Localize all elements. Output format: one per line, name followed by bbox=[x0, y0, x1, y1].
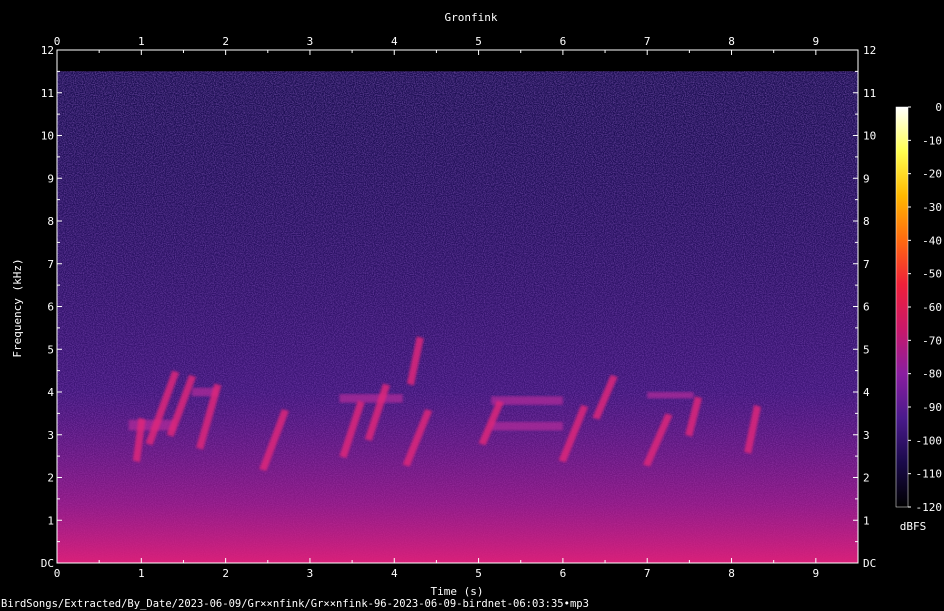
y-tick-label-right-5: 5 bbox=[863, 343, 870, 356]
colorbar-tick-label-2: -20 bbox=[922, 168, 942, 181]
y-tick-label-left-0: DC bbox=[41, 557, 54, 570]
y-tick-label-left-1: 1 bbox=[47, 514, 54, 527]
x-tick-label-top-2: 2 bbox=[222, 35, 229, 48]
x-tick-label-bottom-8: 8 bbox=[728, 567, 735, 580]
x-tick-label-bottom-4: 4 bbox=[391, 567, 398, 580]
y-tick-label-right-7: 7 bbox=[863, 258, 870, 271]
y-tick-label-left-12: 12 bbox=[41, 44, 54, 57]
y-tick-label-left-7: 7 bbox=[47, 258, 54, 271]
y-tick-label-right-3: 3 bbox=[863, 429, 870, 442]
y-tick-label-left-6: 6 bbox=[47, 301, 54, 314]
colorbar-tick-label-3: -30 bbox=[922, 201, 942, 214]
colorbar-tick-label-8: -80 bbox=[922, 368, 942, 381]
y-tick-label-left-5: 5 bbox=[47, 343, 54, 356]
y-tick-label-left-11: 11 bbox=[41, 87, 54, 100]
x-tick-label-top-6: 6 bbox=[560, 35, 567, 48]
y-tick-label-left-2: 2 bbox=[47, 472, 54, 485]
x-tick-label-top-8: 8 bbox=[728, 35, 735, 48]
x-tick-label-top-5: 5 bbox=[475, 35, 482, 48]
x-tick-label-bottom-0: 0 bbox=[54, 567, 61, 580]
y-tick-label-right-9: 9 bbox=[863, 172, 870, 185]
y-axis-label: Frequency (kHz) bbox=[11, 258, 24, 357]
colorbar-tick-label-6: -60 bbox=[922, 301, 942, 314]
call-band-3 bbox=[491, 421, 563, 431]
x-tick-label-bottom-3: 3 bbox=[307, 567, 314, 580]
x-tick-label-top-1: 1 bbox=[138, 35, 145, 48]
colorbar-tick-label-11: -110 bbox=[916, 468, 943, 481]
y-tick-label-right-10: 10 bbox=[863, 130, 876, 143]
x-tick-label-bottom-7: 7 bbox=[644, 567, 651, 580]
y-tick-label-left-8: 8 bbox=[47, 215, 54, 228]
call-band-2 bbox=[339, 394, 403, 403]
chart-title: Gronfink bbox=[445, 11, 498, 24]
colorbar-tick-label-0: 0 bbox=[935, 101, 942, 114]
y-tick-label-right-4: 4 bbox=[863, 386, 870, 399]
x-tick-label-bottom-2: 2 bbox=[222, 567, 229, 580]
y-tick-label-right-6: 6 bbox=[863, 301, 870, 314]
low-frequency-energy bbox=[57, 71, 858, 563]
y-tick-label-right-2: 2 bbox=[863, 472, 870, 485]
colorbar-tick-label-4: -40 bbox=[922, 234, 942, 247]
y-tick-label-left-9: 9 bbox=[47, 172, 54, 185]
y-tick-label-right-8: 8 bbox=[863, 215, 870, 228]
colorbar-tick-label-7: -70 bbox=[922, 334, 942, 347]
y-tick-label-right-0: DC bbox=[863, 557, 876, 570]
x-tick-label-top-0: 0 bbox=[54, 35, 61, 48]
x-tick-label-bottom-9: 9 bbox=[813, 567, 820, 580]
y-tick-label-right-1: 1 bbox=[863, 514, 870, 527]
x-axis-label: Time (s) bbox=[431, 585, 484, 598]
colorbar-tick-label-10: -100 bbox=[916, 434, 943, 447]
colorbar-label: dBFS bbox=[900, 520, 927, 533]
y-tick-label-left-3: 3 bbox=[47, 429, 54, 442]
x-tick-label-bottom-1: 1 bbox=[138, 567, 145, 580]
x-tick-label-bottom-6: 6 bbox=[560, 567, 567, 580]
y-tick-label-left-10: 10 bbox=[41, 130, 54, 143]
spectrogram-chart: 00112233445566778899DC DC1 12 23 34 45 56 67 78 8… bbox=[11, 11, 943, 598]
colorbar-tick-label-9: -90 bbox=[922, 401, 942, 414]
file-path-footer: BirdSongs/Extracted/By_Date/2023-06-09/G… bbox=[1, 598, 589, 610]
y-tick-label-left-4: 4 bbox=[47, 386, 54, 399]
x-tick-label-top-7: 7 bbox=[644, 35, 651, 48]
call-band-5 bbox=[647, 392, 694, 399]
x-tick-label-top-9: 9 bbox=[813, 35, 820, 48]
x-tick-label-top-4: 4 bbox=[391, 35, 398, 48]
colorbar-tick-label-1: -10 bbox=[922, 134, 942, 147]
colorbar-gradient bbox=[895, 106, 909, 508]
x-tick-label-bottom-5: 5 bbox=[475, 567, 482, 580]
colorbar-tick-label-5: -50 bbox=[922, 268, 942, 281]
x-tick-label-top-3: 3 bbox=[307, 35, 314, 48]
plot-area bbox=[57, 50, 858, 563]
colorbar-tick-label-12: -120 bbox=[916, 501, 943, 514]
y-tick-label-right-11: 11 bbox=[863, 87, 876, 100]
colorbar: 0 -10 -20 -30 -40 -50 -60 -70 -80 -90 -100 -110 -120 bbox=[895, 101, 943, 514]
y-tick-label-right-12: 12 bbox=[863, 44, 876, 57]
